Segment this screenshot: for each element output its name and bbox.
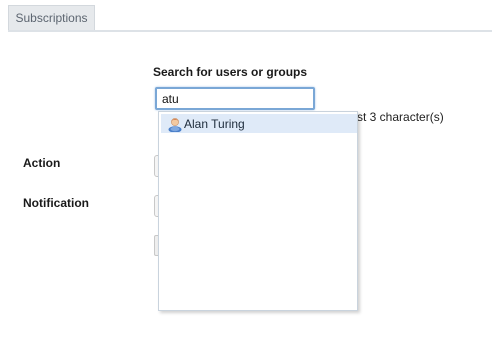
- search-label: Search for users or groups: [153, 65, 308, 79]
- suggestion-label: Alan Turing: [184, 116, 245, 131]
- action-label: Action: [23, 156, 61, 170]
- tab-subscriptions[interactable]: Subscriptions: [8, 5, 95, 30]
- autocomplete-dropdown: Alan Turing: [158, 111, 358, 311]
- user-icon: [167, 116, 183, 133]
- notification-label: Notification: [23, 196, 89, 210]
- search-hint: st 3 character(s): [357, 110, 444, 124]
- tab-bar: Subscriptions: [8, 0, 492, 32]
- suggestion-item[interactable]: Alan Turing: [161, 114, 357, 133]
- search-input[interactable]: [155, 87, 315, 110]
